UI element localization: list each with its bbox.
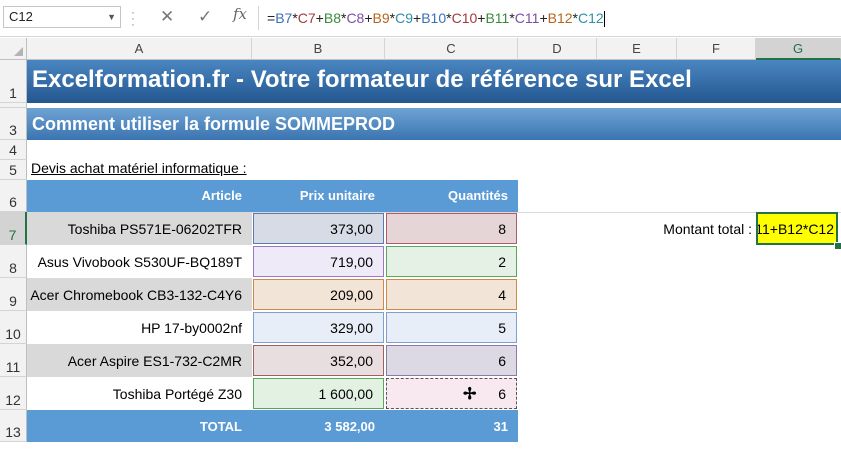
total-qty[interactable]: 31 (385, 410, 518, 442)
cancel-icon[interactable]: ✕ (160, 6, 174, 28)
row-header-8[interactable]: 8 (0, 245, 27, 278)
formula-token: C12 (578, 10, 604, 26)
section-title: Devis achat matériel informatique : (31, 160, 247, 176)
cell-article[interactable]: Acer Chromebook CB3-132-C4Y6 (27, 278, 252, 311)
enter-icon[interactable]: ✓ (198, 6, 212, 28)
montant-total-cell[interactable]: :11+B12*C12 (756, 212, 838, 245)
row-header-11[interactable]: 11 (0, 344, 27, 377)
banner-subtitle: Comment utiliser la formule SOMMEPROD (27, 108, 841, 140)
column-header-b[interactable]: B (252, 38, 385, 60)
header-price[interactable]: Prix unitaire (252, 180, 385, 212)
cell-qty[interactable]: 5 (386, 312, 517, 343)
montant-total-label: Montant total : (663, 220, 752, 237)
cell-price[interactable]: 329,00 (253, 312, 384, 343)
formula-token: + (413, 10, 422, 26)
column-header-a[interactable]: A (27, 38, 252, 60)
banner-title: Excelformation.fr - Votre formateur de r… (27, 60, 841, 103)
column-header-e[interactable]: E (597, 38, 677, 60)
formula-token: + (364, 10, 373, 26)
cell-qty[interactable]: 2 (386, 246, 517, 277)
cursor-cross-icon: ✢ (463, 386, 477, 403)
cell-article[interactable]: HP 17-by0002nf (27, 311, 252, 344)
cell-qty[interactable]: 4 (386, 279, 517, 310)
column-header-c[interactable]: C (385, 38, 518, 60)
total-price[interactable]: 3 582,00 (252, 410, 385, 442)
cell-price[interactable]: 352,00 (253, 345, 384, 376)
cell-price[interactable]: 209,00 (253, 279, 384, 310)
row-header-3[interactable]: 3 (0, 108, 27, 140)
column-header-g[interactable]: G (756, 38, 841, 60)
formula-token: B10 (421, 10, 447, 26)
name-box[interactable]: C12 ▼ (3, 6, 121, 28)
formula-token: B7 (275, 10, 293, 26)
formula-token: B12 (547, 10, 573, 26)
fill-handle[interactable] (834, 242, 841, 250)
row-header-5[interactable]: 5 (0, 160, 27, 180)
formula-token: B8 (323, 10, 341, 26)
insert-function-icon[interactable]: fx (233, 5, 247, 23)
cell-price[interactable]: 719,00 (253, 246, 384, 277)
cell-price[interactable]: 1 600,00 (253, 378, 384, 409)
formula-token: C10 (451, 10, 478, 26)
row-header-1[interactable]: 1 (0, 60, 27, 103)
row-header-4[interactable]: 4 (0, 140, 27, 160)
header-article[interactable]: Article (27, 180, 252, 212)
row-header-7[interactable]: 7 (0, 212, 27, 245)
cell-qty[interactable]: 8 (386, 213, 517, 244)
formula-token: = (267, 10, 276, 26)
cell-price[interactable]: 373,00 (253, 213, 384, 244)
montant-total-value: :11+B12*C12 (756, 221, 834, 237)
column-header-d[interactable]: D (518, 38, 597, 60)
row-header-6[interactable]: 6 (0, 180, 27, 212)
formula-token: B9 (372, 10, 390, 26)
formula-token: + (539, 10, 548, 26)
cell-article[interactable]: Asus Vivobook S530UF-BQ189T (27, 245, 252, 278)
formula-input[interactable]: =B7*C7+B8*C8+B9*C9+B10*C10+B11*C11+B12*C… (258, 6, 841, 30)
row-header-13[interactable]: 13 (0, 410, 27, 442)
row-header-9[interactable]: 9 (0, 278, 27, 311)
cell-article[interactable]: Toshiba Portégé Z30 (27, 377, 252, 410)
name-box-value: C12 (9, 9, 33, 24)
formula-token: C9 (395, 10, 414, 26)
select-all-button[interactable] (0, 38, 27, 60)
formula-bar: C12 ▼ · · · ✕ ✓ fx =B7*C7+B8*C8+B9*C9+B10*C… (0, 0, 841, 37)
formula-token: C11 (514, 10, 540, 26)
cell-article[interactable]: Toshiba PS571E-06202TFR (27, 212, 252, 245)
formula-token: C8 (346, 10, 365, 26)
cell-qty[interactable]: 6 (386, 345, 517, 376)
header-qty[interactable]: Quantités (385, 180, 518, 212)
total-label[interactable]: TOTAL (27, 410, 252, 442)
formula-token: C7 (297, 10, 316, 26)
column-header-f[interactable]: F (677, 38, 756, 60)
formula-token: + (315, 10, 324, 26)
cell-qty[interactable]: 6 (386, 378, 517, 409)
cell-article[interactable]: Acer Aspire ES1-732-C2MR (27, 344, 252, 377)
chevron-down-icon[interactable]: ▼ (107, 7, 116, 27)
drag-handle-icon[interactable]: · · · (131, 6, 135, 30)
row-header-12[interactable]: 12 (0, 377, 27, 410)
formula-token: B11 (485, 10, 510, 26)
text-cursor (603, 11, 605, 28)
row-header-10[interactable]: 10 (0, 311, 27, 344)
